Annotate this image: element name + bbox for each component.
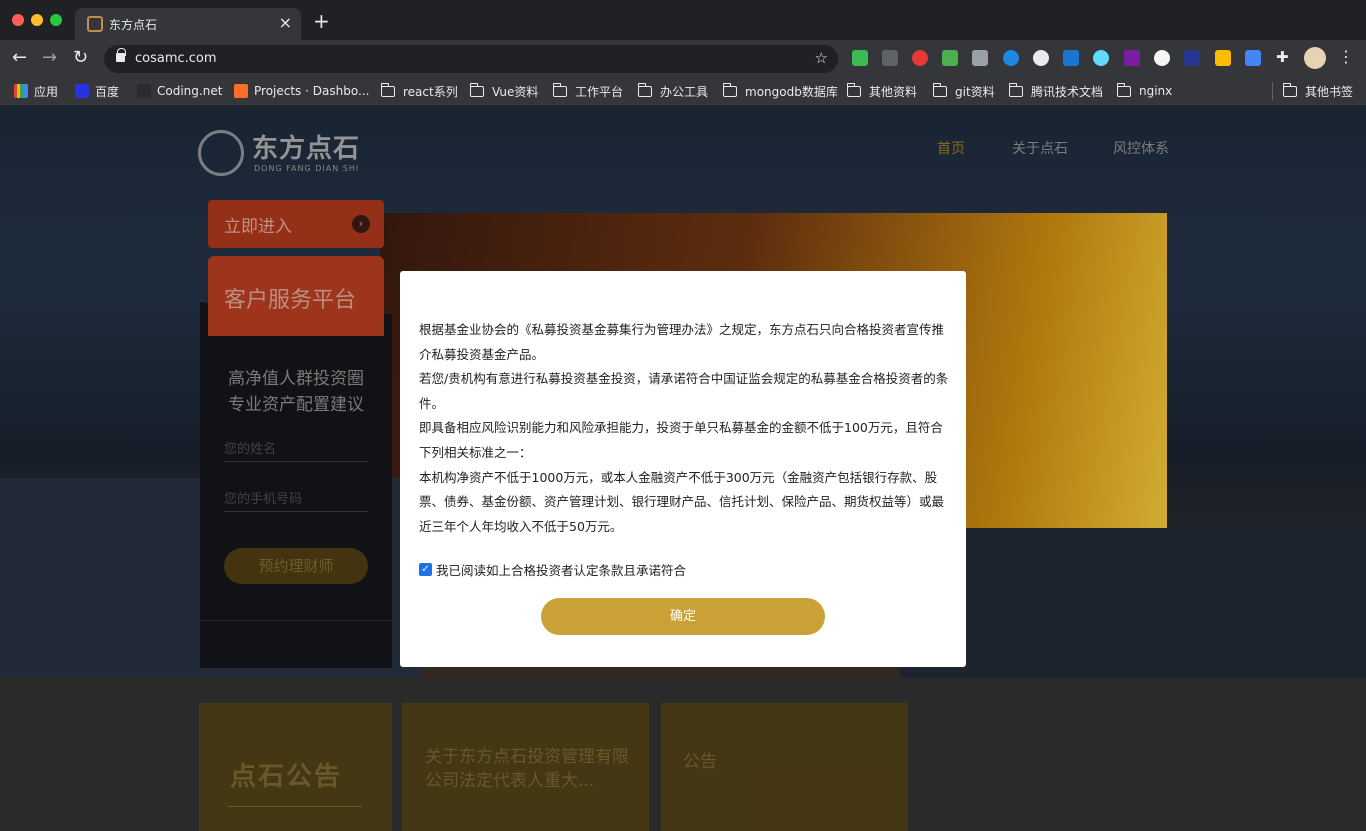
browser-toolbar: ← → ↻ cosamc.com ☆ ✚ ⋮ xyxy=(0,40,1366,76)
extension-blue-icon[interactable] xyxy=(1003,50,1019,66)
browser-titlebar: 东方点石 × + xyxy=(0,0,1366,40)
bookmark-folder-other-bookmarks[interactable]: 其他书签 xyxy=(1282,82,1354,100)
bookmark-apps[interactable]: 应用 xyxy=(14,82,58,100)
bookmark-star-icon[interactable]: ☆ xyxy=(815,49,828,67)
baidu-icon xyxy=(75,84,89,98)
bookmark-label: 工作平台 xyxy=(575,84,624,99)
extensions-puzzle-icon[interactable]: ✚ xyxy=(1276,48,1289,66)
bookmark-label: Vue资料 xyxy=(492,84,539,99)
bookmark-label: git资料 xyxy=(955,84,995,99)
bookmark-label: Coding.net xyxy=(157,84,223,98)
bookmark-label: 百度 xyxy=(95,84,120,99)
back-icon[interactable]: ← xyxy=(12,48,27,68)
bookmark-coding[interactable]: Coding.net xyxy=(137,82,222,100)
folder-icon xyxy=(722,82,737,97)
bookmark-folder-tencent[interactable]: 腾讯技术文档 xyxy=(1008,82,1104,100)
bookmark-label: nginx xyxy=(1139,84,1173,98)
modal-paragraph: 即具备相应风险识别能力和风险承担能力，投资于单只私募基金的金额不低于100万元，… xyxy=(419,420,943,460)
modal-paragraph: 若您/贵机构有意进行私募投资基金投资，请承诺符合中国证监会规定的私募基金合格投资… xyxy=(419,371,949,411)
folder-icon xyxy=(469,82,484,97)
bookmark-folder-git[interactable]: git资料 xyxy=(932,82,995,100)
bookmark-folder-work[interactable]: 工作平台 xyxy=(552,82,624,100)
tab-close-icon[interactable]: × xyxy=(279,13,292,32)
modal-body: 根据基金业协会的《私募投资基金募集行为管理办法》之规定，东方点石只向合格投资者宣… xyxy=(419,318,949,539)
white-extension-icon[interactable] xyxy=(1154,50,1170,66)
adblock-extension-icon[interactable] xyxy=(912,50,928,66)
modal-paragraph: 根据基金业协会的《私募投资基金募集行为管理办法》之规定，东方点石只向合格投资者宣… xyxy=(419,322,945,362)
bookmark-folder-office[interactable]: 办公工具 xyxy=(637,82,709,100)
translate-extension-icon[interactable] xyxy=(1245,50,1261,66)
bookmark-folder-react[interactable]: react系列 xyxy=(380,82,458,100)
agree-checkbox[interactable]: ✓ xyxy=(419,563,432,576)
zoom-window-button[interactable] xyxy=(50,14,62,26)
bookmark-label: 其他书签 xyxy=(1305,84,1354,99)
investor-qualification-modal: 根据基金业协会的《私募投资基金募集行为管理办法》之规定，东方点石只向合格投资者宣… xyxy=(400,271,966,667)
agree-checkbox-row[interactable]: ✓ 我已阅读如上合格投资者认定条款且承诺符合 xyxy=(419,560,686,579)
purple-extension-icon[interactable] xyxy=(1124,50,1140,66)
coding-icon xyxy=(137,84,151,98)
confirm-button[interactable]: 确定 xyxy=(541,598,825,635)
address-bar[interactable]: cosamc.com ☆ xyxy=(104,45,838,73)
folder-icon xyxy=(932,82,947,97)
site-favicon-icon xyxy=(87,16,103,32)
bookmark-label: mongodb数据库 xyxy=(745,84,838,99)
bookmarks-bar: 应用 百度 Coding.net Projects · Dashbo... re… xyxy=(0,76,1366,106)
minimize-window-button[interactable] xyxy=(31,14,43,26)
folder-icon xyxy=(846,82,861,97)
profile-avatar[interactable] xyxy=(1304,47,1326,69)
shield-extension-icon[interactable] xyxy=(1063,50,1079,66)
folder-icon xyxy=(380,82,395,97)
color-extension-icon[interactable] xyxy=(1215,50,1231,66)
new-tab-icon[interactable]: + xyxy=(313,11,330,31)
apps-grid-icon xyxy=(14,84,28,98)
tab-title: 东方点石 xyxy=(109,18,158,32)
folder-icon xyxy=(1116,82,1131,97)
agree-label[interactable]: 我已阅读如上合格投资者认定条款且承诺符合 xyxy=(436,560,686,579)
react-devtools-icon[interactable] xyxy=(1093,50,1109,66)
lock-icon xyxy=(116,48,126,62)
bookmark-label: Projects · Dashbo... xyxy=(254,84,370,98)
folder-icon xyxy=(552,82,567,97)
reload-icon[interactable]: ↻ xyxy=(73,48,88,68)
puzzle-green-extension-icon[interactable] xyxy=(942,50,958,66)
folder-icon xyxy=(637,82,652,97)
extension-icon[interactable] xyxy=(882,50,898,66)
bookmark-folder-mongodb[interactable]: mongodb数据库 xyxy=(722,82,838,100)
forward-icon[interactable]: → xyxy=(42,48,57,68)
modal-paragraph: 本机构净资产不低于1000万元，或本人金融资产不低于300万元（金融资产包括银行… xyxy=(419,469,945,534)
bookmark-gitlab[interactable]: Projects · Dashbo... xyxy=(234,82,369,100)
qr-extension-icon[interactable] xyxy=(852,50,868,66)
browser-menu-icon[interactable]: ⋮ xyxy=(1338,47,1354,66)
bookmark-label: 应用 xyxy=(34,84,59,99)
bookmark-label: 腾讯技术文档 xyxy=(1031,84,1104,99)
target-extension-icon[interactable] xyxy=(1033,50,1049,66)
v-extension-icon[interactable] xyxy=(1184,50,1200,66)
bookmark-label: 办公工具 xyxy=(660,84,709,99)
browser-tab[interactable]: 东方点石 × xyxy=(75,8,301,40)
folder-icon xyxy=(1008,82,1023,97)
url-text: cosamc.com xyxy=(135,51,217,66)
bookmark-baidu[interactable]: 百度 xyxy=(75,82,119,100)
bookmark-folder-other[interactable]: 其他资料 xyxy=(846,82,918,100)
close-window-button[interactable] xyxy=(12,14,24,26)
bookmarks-divider xyxy=(1272,82,1273,100)
bookmark-folder-vue[interactable]: Vue资料 xyxy=(469,82,539,100)
gitlab-icon xyxy=(234,84,248,98)
vue-devtools-icon[interactable] xyxy=(972,50,988,66)
bookmark-label: 其他资料 xyxy=(869,84,918,99)
folder-icon xyxy=(1282,82,1297,97)
bookmark-label: react系列 xyxy=(403,84,458,99)
bookmark-folder-nginx[interactable]: nginx xyxy=(1116,82,1173,100)
